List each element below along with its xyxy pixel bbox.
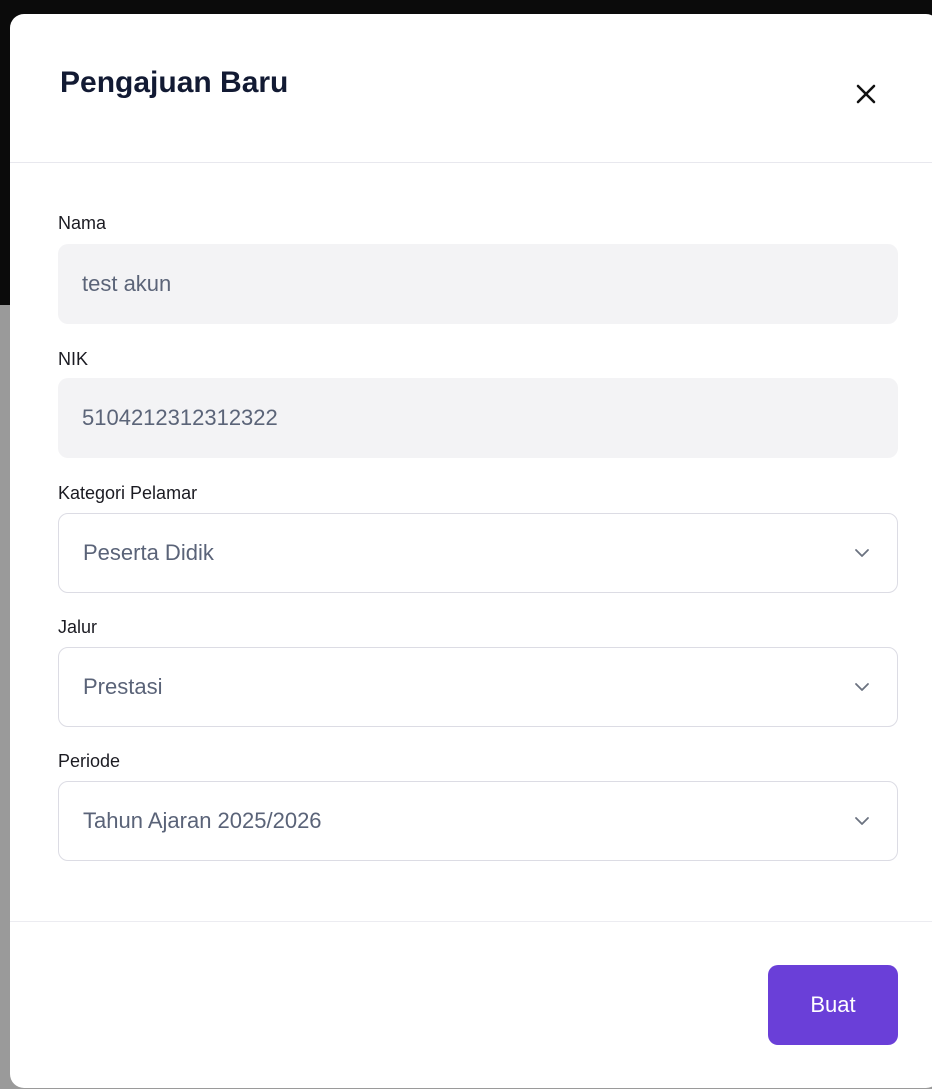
modal-body: Nama test akun NIK 5104212312312322 Kate…: [10, 163, 932, 922]
nik-field: 5104212312312322: [58, 378, 898, 458]
periode-value: Tahun Ajaran 2025/2026: [83, 808, 322, 833]
modal-title: Pengajuan Baru: [60, 66, 289, 99]
close-button[interactable]: [848, 76, 884, 112]
chevron-down-icon: [853, 544, 871, 562]
jalur-select[interactable]: Prestasi: [58, 647, 898, 727]
periode-label: Periode: [58, 751, 121, 771]
modal-header: Pengajuan Baru: [10, 14, 932, 163]
chevron-down-icon: [853, 678, 871, 696]
buat-button[interactable]: Buat: [768, 965, 898, 1045]
nik-label: NIK: [58, 349, 89, 369]
kategori-pelamar-select[interactable]: Peserta Didik: [58, 513, 898, 593]
periode-select[interactable]: Tahun Ajaran 2025/2026: [58, 781, 898, 861]
chevron-down-icon: [853, 812, 871, 830]
modal-footer: Buat: [10, 922, 932, 1088]
kategori-pelamar-value: Peserta Didik: [83, 540, 214, 565]
nama-field: test akun: [58, 244, 898, 324]
kategori-pelamar-label: Kategori Pelamar: [58, 483, 198, 503]
new-application-modal: Pengajuan Baru Nama test akun NIK 510421…: [10, 14, 932, 1088]
close-icon: [856, 84, 876, 104]
jalur-label: Jalur: [58, 617, 98, 637]
nama-label: Nama: [58, 213, 107, 233]
jalur-value: Prestasi: [83, 674, 163, 699]
